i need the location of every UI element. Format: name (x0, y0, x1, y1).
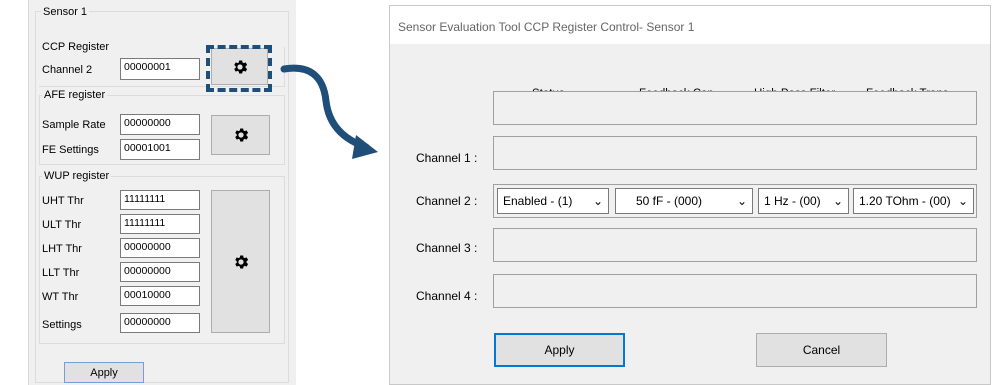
channel-4-label: Channel 4 : (416, 289, 478, 303)
channel-3-label: Channel 3 : (416, 241, 478, 255)
feedback-trans-value: 1.20 TOhm - (00) (859, 194, 951, 208)
header-row-box (493, 91, 977, 125)
channel-2-feedback-trans-select[interactable]: 1.20 TOhm - (00) ⌄ (853, 188, 974, 214)
channel-2-high-pass-select[interactable]: 1 Hz - (00) ⌄ (758, 188, 849, 214)
gear-icon (234, 128, 248, 142)
ult-thr-field[interactable]: 11111111 (120, 214, 200, 234)
channel-2-label: Channel 2 : (416, 194, 478, 208)
apply-button[interactable]: Apply (494, 333, 625, 367)
settings-label: Settings (42, 319, 82, 331)
wt-thr-label: WT Thr (42, 291, 79, 303)
lht-thr-field[interactable]: 00000000 (120, 238, 200, 258)
fe-settings-label: FE Settings (42, 144, 99, 156)
dialog-title: Sensor Evaluation Tool CCP Register Cont… (398, 20, 695, 34)
fe-settings-field[interactable]: 00001001 (120, 139, 200, 160)
chevron-down-icon: ⌄ (592, 194, 603, 208)
chevron-down-icon: ⌄ (832, 194, 843, 208)
afe-register-title: AFE register (42, 89, 108, 101)
afe-settings-button[interactable] (211, 115, 270, 155)
ccp-channel-field[interactable]: 00000001 (120, 58, 200, 80)
chevron-down-icon: ⌄ (736, 194, 747, 208)
uht-thr-label: UHT Thr (42, 195, 84, 207)
wt-thr-field[interactable]: 00010000 (120, 286, 200, 306)
settings-field[interactable]: 00000000 (120, 313, 200, 333)
status-value: Enabled - (1) (503, 194, 573, 208)
lht-thr-label: LHT Thr (42, 243, 82, 255)
high-pass-value: 1 Hz - (00) (764, 194, 821, 208)
feedback-cap-value: 50 fF - (000) (636, 194, 703, 208)
curved-arrow-icon (280, 64, 378, 159)
ccp-register-dialog: Sensor Evaluation Tool CCP Register Cont… (389, 5, 991, 385)
gear-icon (234, 254, 248, 269)
highlight-frame (206, 45, 272, 92)
sensor-group-title: Sensor 1 (41, 6, 90, 18)
channel-2-feedback-cap-select[interactable]: 50 fF - (000) ⌄ (615, 188, 753, 214)
sample-rate-field[interactable]: 00000000 (120, 114, 200, 135)
llt-thr-label: LLT Thr (42, 267, 80, 279)
ccp-register-title: CCP Register (42, 41, 110, 53)
chevron-down-icon: ⌄ (957, 194, 968, 208)
channel-2-status-select[interactable]: Enabled - (1) ⌄ (497, 188, 609, 214)
cancel-button[interactable]: Cancel (756, 333, 887, 367)
apply-button[interactable]: Apply (64, 362, 144, 383)
llt-thr-field[interactable]: 00000000 (120, 262, 200, 282)
channel-3-box (493, 228, 977, 262)
wup-register-title: WUP register (42, 170, 112, 182)
dialog-titlebar: Sensor Evaluation Tool CCP Register Cont… (390, 6, 990, 44)
channel-4-box (493, 274, 977, 308)
channel-1-box (493, 136, 977, 170)
uht-thr-field[interactable]: 11111111 (120, 190, 200, 210)
channel-1-label: Channel 1 : (416, 151, 478, 165)
ult-thr-label: ULT Thr (42, 219, 82, 231)
sample-rate-label: Sample Rate (42, 119, 106, 131)
ccp-channel-label: Channel 2 (42, 64, 93, 76)
wup-settings-button[interactable] (211, 190, 270, 333)
